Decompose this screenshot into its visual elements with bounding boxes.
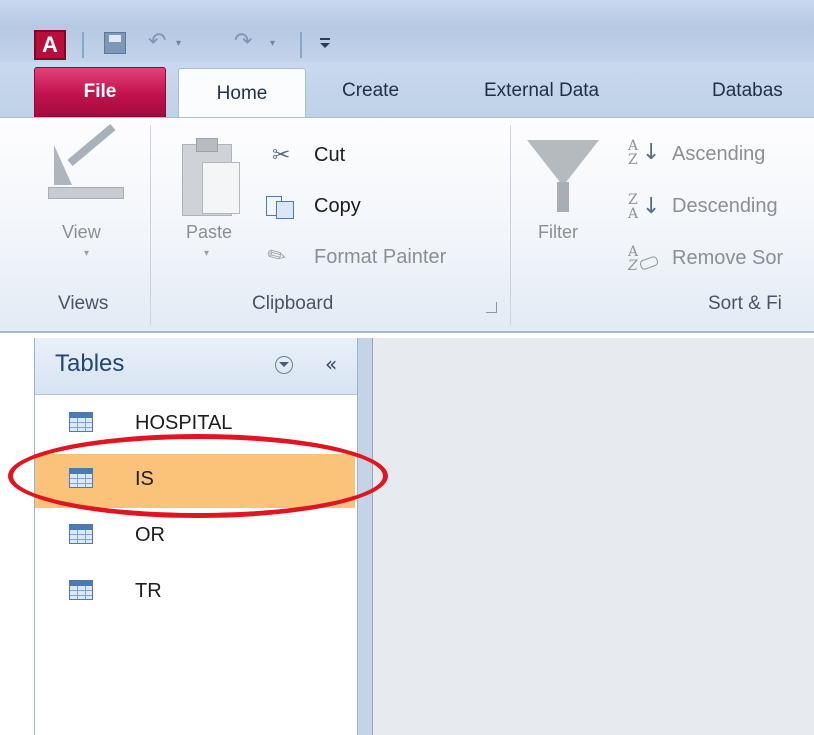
access-app-icon[interactable]: A bbox=[34, 30, 66, 60]
copy-button[interactable]: Copy bbox=[314, 195, 361, 218]
undo-icon[interactable]: ↶ bbox=[148, 28, 166, 56]
table-icon bbox=[69, 524, 93, 544]
table-item-label: HOSPITAL bbox=[135, 412, 233, 434]
paste-button-label[interactable]: Paste bbox=[186, 222, 232, 243]
table-item-label: TR bbox=[135, 580, 162, 602]
tab-database-tools[interactable]: Databas bbox=[712, 66, 783, 116]
redo-dropdown-icon[interactable]: ▾ bbox=[270, 38, 275, 49]
paste-icon[interactable] bbox=[182, 136, 244, 220]
annotation-ellipse bbox=[8, 434, 388, 518]
navigation-menu-dropdown-icon[interactable] bbox=[275, 356, 293, 374]
ribbon-tabs: File Home Create External Data Databas bbox=[0, 62, 814, 121]
customize-toolbar-icon[interactable] bbox=[318, 36, 332, 50]
table-icon bbox=[69, 412, 93, 432]
descending-button[interactable]: Descending bbox=[672, 195, 778, 218]
remove-sort-button[interactable]: Remove Sor bbox=[672, 247, 783, 270]
letter-a: A bbox=[628, 206, 639, 222]
toolbar-separator bbox=[82, 32, 84, 58]
table-item-tr[interactable]: TR bbox=[35, 566, 355, 620]
save-icon[interactable] bbox=[104, 32, 126, 54]
filter-button-label[interactable]: Filter bbox=[538, 222, 578, 243]
letter-z: Z bbox=[628, 152, 638, 168]
sort-arrow-icon: ↓ bbox=[642, 140, 661, 165]
copy-icon[interactable] bbox=[266, 192, 294, 219]
navigation-pane: Tables « HOSPITAL IS OR TR bbox=[34, 338, 359, 735]
tab-file[interactable]: File bbox=[34, 67, 166, 117]
document-workspace bbox=[372, 338, 814, 735]
tab-create[interactable]: Create bbox=[342, 66, 399, 116]
table-icon bbox=[69, 580, 93, 600]
tab-home[interactable]: Home bbox=[178, 68, 306, 121]
sort-filter-group-label: Sort & Fi bbox=[708, 293, 782, 314]
letter-z: Z bbox=[628, 258, 638, 274]
clipboard-dialog-launcher-icon[interactable] bbox=[486, 302, 497, 313]
sort-arrow-icon: ↓ bbox=[642, 194, 661, 219]
view-icon[interactable] bbox=[48, 123, 124, 201]
pane-splitter[interactable] bbox=[358, 338, 372, 735]
toolbar-separator bbox=[300, 32, 302, 58]
view-dropdown-icon[interactable]: ▾ bbox=[84, 248, 89, 259]
ascending-button[interactable]: Ascending bbox=[672, 143, 765, 166]
cut-icon[interactable]: ✂ bbox=[272, 143, 290, 168]
filter-icon[interactable] bbox=[527, 140, 599, 186]
collapse-pane-icon[interactable]: « bbox=[325, 352, 337, 376]
cut-button[interactable]: Cut bbox=[314, 144, 345, 167]
view-button-label[interactable]: View bbox=[62, 222, 101, 243]
views-group-label: Views bbox=[58, 293, 109, 314]
redo-icon[interactable]: ↷ bbox=[234, 28, 252, 56]
group-separator bbox=[150, 125, 151, 325]
filter-icon-stem bbox=[557, 182, 569, 212]
paste-dropdown-icon[interactable]: ▾ bbox=[204, 248, 209, 259]
title-bar: A ↶ ▾ ↷ ▾ bbox=[0, 0, 814, 62]
group-separator bbox=[510, 125, 511, 325]
table-item-label: OR bbox=[135, 524, 165, 546]
table-item-or[interactable]: OR bbox=[35, 510, 355, 564]
tab-external-data[interactable]: External Data bbox=[484, 66, 599, 116]
undo-dropdown-icon[interactable]: ▾ bbox=[176, 38, 181, 49]
navigation-pane-title: Tables bbox=[55, 350, 125, 377]
clipboard-group-label: Clipboard bbox=[252, 293, 334, 314]
navigation-pane-header[interactable]: Tables « bbox=[35, 338, 357, 395]
format-painter-button[interactable]: Format Painter bbox=[314, 246, 446, 269]
